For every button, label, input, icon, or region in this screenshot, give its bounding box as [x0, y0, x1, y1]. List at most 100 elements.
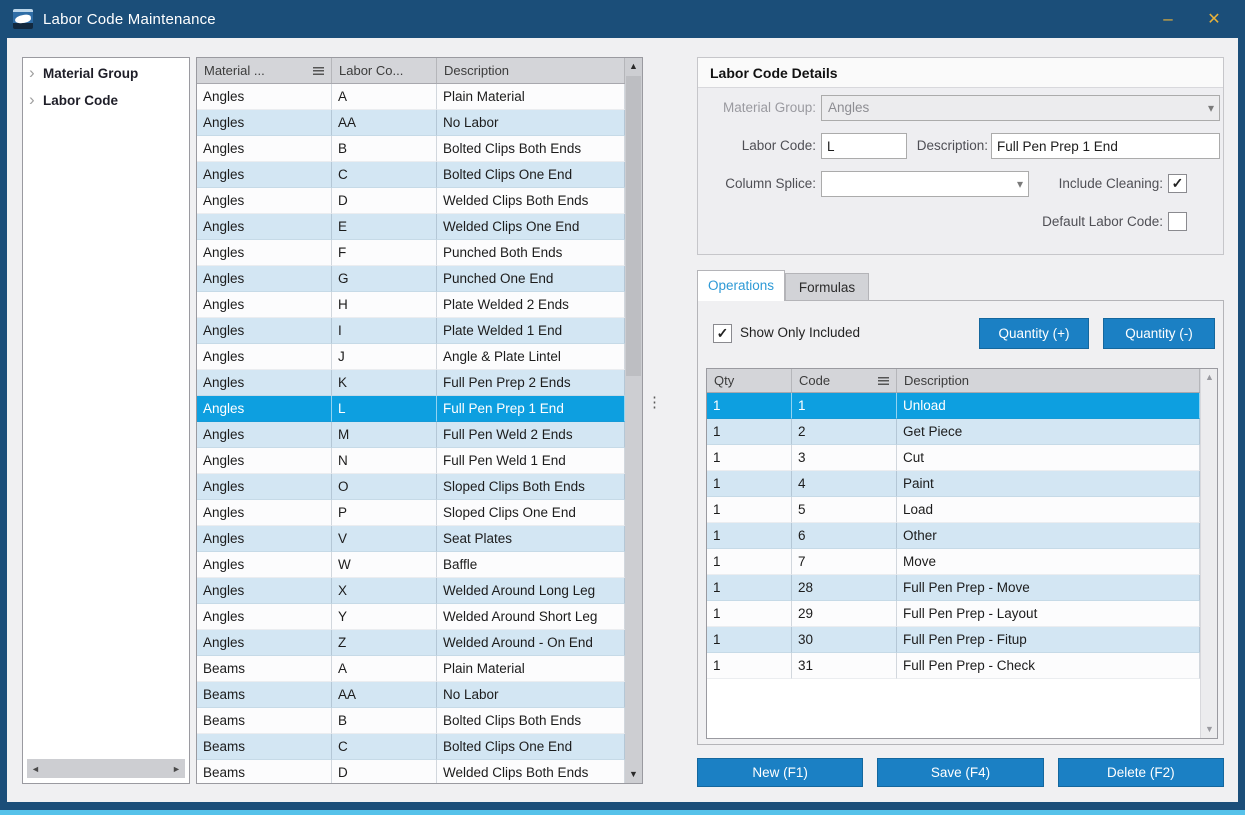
table-row[interactable]: BeamsDWelded Clips Both Ends	[197, 760, 625, 784]
table-row[interactable]: 15Load	[707, 497, 1200, 523]
scroll-up-icon[interactable]: ▲	[1201, 369, 1218, 386]
table-cell: Angles	[197, 162, 332, 188]
show-only-included-checkbox[interactable]: ✓	[713, 324, 732, 343]
table-cell: Plain Material	[437, 656, 625, 682]
tree-item-label: Labor Code	[43, 93, 118, 108]
table-cell: M	[332, 422, 437, 448]
table-cell: Angles	[197, 604, 332, 630]
table-row[interactable]: AnglesHPlate Welded 2 Ends	[197, 292, 625, 318]
table-row[interactable]: AnglesBBolted Clips Both Ends	[197, 136, 625, 162]
table-row[interactable]: AnglesYWelded Around Short Leg	[197, 604, 625, 630]
description-input[interactable]	[991, 133, 1220, 159]
table-cell: Angles	[197, 110, 332, 136]
scroll-left-icon[interactable]: ◄	[27, 764, 44, 774]
table-cell: K	[332, 370, 437, 396]
save-button[interactable]: Save (F4)	[877, 758, 1043, 787]
column-header-code[interactable]: Code	[792, 369, 897, 392]
column-header-qty[interactable]: Qty	[707, 369, 792, 392]
horizontal-scrollbar[interactable]: ◄ ►	[27, 759, 185, 778]
table-cell: X	[332, 578, 437, 604]
table-row[interactable]: AnglesGPunched One End	[197, 266, 625, 292]
chevron-right-icon[interactable]: ›	[29, 90, 43, 110]
table-cell: Sloped Clips One End	[437, 500, 625, 526]
new-button[interactable]: New (F1)	[697, 758, 863, 787]
table-cell: Full Pen Prep - Layout	[897, 601, 1200, 627]
table-row[interactable]: AnglesPSloped Clips One End	[197, 500, 625, 526]
scroll-down-icon[interactable]: ▼	[1201, 721, 1218, 738]
close-button[interactable]: ✕	[1191, 0, 1237, 38]
table-row[interactable]: AnglesAPlain Material	[197, 84, 625, 110]
table-row[interactable]: AnglesOSloped Clips Both Ends	[197, 474, 625, 500]
table-row[interactable]: BeamsAANo Labor	[197, 682, 625, 708]
table-cell: 6	[792, 523, 897, 549]
table-row[interactable]: 130Full Pen Prep - Fitup	[707, 627, 1200, 653]
table-cell: Unload	[897, 393, 1200, 419]
include-cleaning-checkbox[interactable]: ✓	[1168, 174, 1187, 193]
table-cell: AA	[332, 110, 437, 136]
scroll-up-icon[interactable]: ▲	[625, 58, 642, 75]
table-cell: Z	[332, 630, 437, 656]
table-row[interactable]: AnglesEWelded Clips One End	[197, 214, 625, 240]
table-cell: 3	[792, 445, 897, 471]
table-row[interactable]: AnglesNFull Pen Weld 1 End	[197, 448, 625, 474]
tree-item-labor-code[interactable]: › Labor Code	[23, 88, 189, 112]
table-row[interactable]: AnglesDWelded Clips Both Ends	[197, 188, 625, 214]
column-header-label: Description	[904, 373, 969, 388]
quantity-plus-button[interactable]: Quantity (+)	[979, 318, 1089, 349]
sort-ascending-icon	[878, 377, 889, 385]
splitter-grip[interactable]: ⋮	[647, 396, 659, 436]
table-cell: F	[332, 240, 437, 266]
table-row[interactable]: BeamsBBolted Clips Both Ends	[197, 708, 625, 734]
table-row[interactable]: 131Full Pen Prep - Check	[707, 653, 1200, 679]
table-cell: 1	[707, 523, 792, 549]
table-cell: No Labor	[437, 682, 625, 708]
table-cell: Angles	[197, 396, 332, 422]
table-cell: 1	[707, 471, 792, 497]
table-row[interactable]: AnglesLFull Pen Prep 1 End	[197, 396, 625, 422]
minimize-button[interactable]: –	[1145, 0, 1191, 38]
scroll-right-icon[interactable]: ►	[168, 764, 185, 774]
table-row[interactable]: 16Other	[707, 523, 1200, 549]
delete-button[interactable]: Delete (F2)	[1058, 758, 1224, 787]
scroll-down-icon[interactable]: ▼	[625, 766, 642, 783]
table-row[interactable]: AnglesMFull Pen Weld 2 Ends	[197, 422, 625, 448]
tab-operations[interactable]: Operations	[697, 270, 785, 301]
table-row[interactable]: 12Get Piece	[707, 419, 1200, 445]
table-row[interactable]: AnglesZWelded Around - On End	[197, 630, 625, 656]
table-row[interactable]: 17Move	[707, 549, 1200, 575]
column-header-description[interactable]: Description	[437, 58, 625, 83]
table-row[interactable]: AnglesXWelded Around Long Leg	[197, 578, 625, 604]
table-row[interactable]: AnglesIPlate Welded 1 End	[197, 318, 625, 344]
table-cell: Punched Both Ends	[437, 240, 625, 266]
table-row[interactable]: AnglesAANo Labor	[197, 110, 625, 136]
table-row[interactable]: AnglesFPunched Both Ends	[197, 240, 625, 266]
table-row[interactable]: BeamsCBolted Clips One End	[197, 734, 625, 760]
chevron-right-icon[interactable]: ›	[29, 63, 43, 83]
column-header-description[interactable]: Description	[897, 369, 1200, 392]
table-cell: Move	[897, 549, 1200, 575]
labor-code-table: Material ... Labor Co... Description Ang…	[196, 57, 643, 784]
scrollbar-thumb[interactable]	[626, 76, 641, 376]
table-row[interactable]: AnglesJAngle & Plate Lintel	[197, 344, 625, 370]
tree-item-material-group[interactable]: › Material Group	[23, 61, 189, 85]
table-row[interactable]: 128Full Pen Prep - Move	[707, 575, 1200, 601]
table-cell: Welded Around - On End	[437, 630, 625, 656]
table-row[interactable]: BeamsAPlain Material	[197, 656, 625, 682]
table-row[interactable]: AnglesVSeat Plates	[197, 526, 625, 552]
column-header-material[interactable]: Material ...	[197, 58, 332, 83]
column-header-labor-code[interactable]: Labor Co...	[332, 58, 437, 83]
table-row[interactable]: 129Full Pen Prep - Layout	[707, 601, 1200, 627]
table-cell: W	[332, 552, 437, 578]
table-row[interactable]: AnglesKFull Pen Prep 2 Ends	[197, 370, 625, 396]
vertical-scrollbar[interactable]: ▲ ▼	[1200, 369, 1217, 738]
table-row[interactable]: AnglesCBolted Clips One End	[197, 162, 625, 188]
table-row[interactable]: 14Paint	[707, 471, 1200, 497]
vertical-scrollbar[interactable]: ▲ ▼	[625, 58, 642, 783]
table-row[interactable]: AnglesWBaffle	[197, 552, 625, 578]
quantity-minus-button[interactable]: Quantity (-)	[1103, 318, 1215, 349]
material-group-dropdown[interactable]: Angles ▾	[821, 95, 1220, 121]
table-row[interactable]: 13Cut	[707, 445, 1200, 471]
default-labor-code-checkbox[interactable]	[1168, 212, 1187, 231]
table-row[interactable]: 11Unload	[707, 393, 1200, 419]
tab-formulas[interactable]: Formulas	[785, 273, 869, 301]
